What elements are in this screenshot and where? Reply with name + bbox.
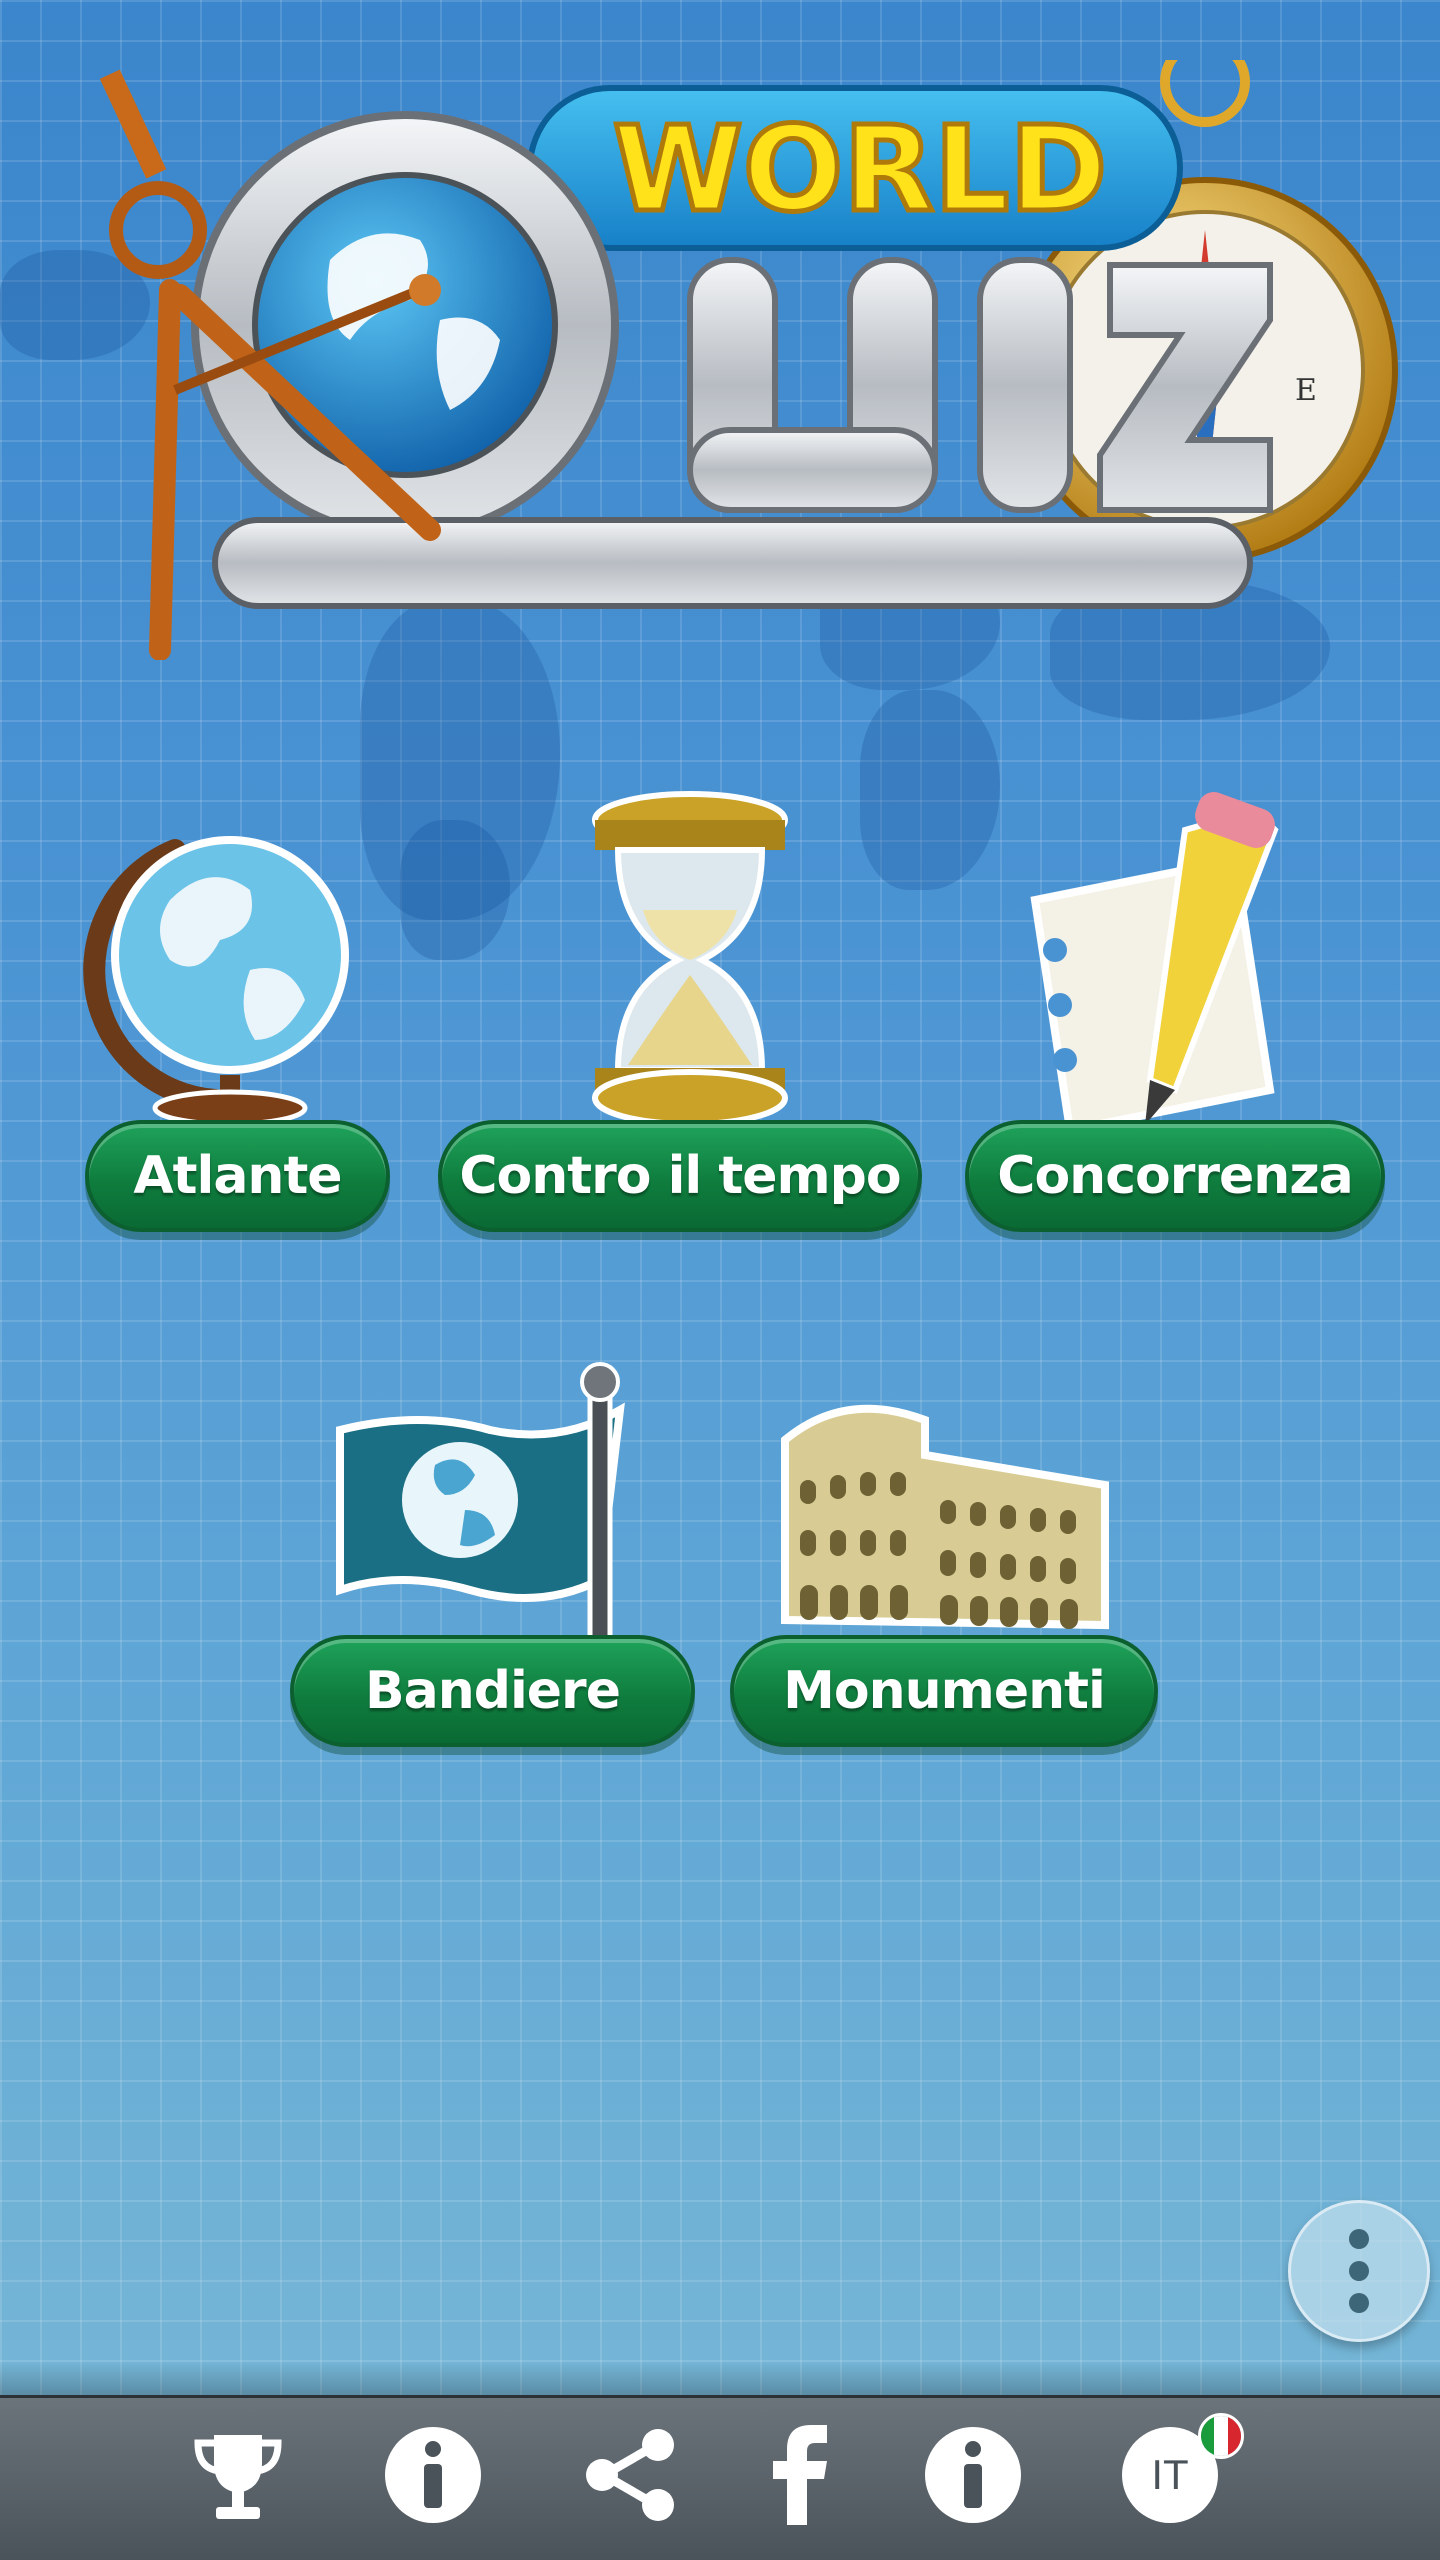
bandiere-button[interactable]: Bandiere	[290, 1635, 695, 1747]
mode-monumenti[interactable]: Monumenti	[730, 1360, 1160, 1750]
language-icon[interactable]: IT	[1120, 2413, 1244, 2525]
mode-contro-il-tempo[interactable]: Contro il tempo	[438, 790, 922, 1232]
flag-icon	[336, 1362, 625, 1650]
menu-dot	[1349, 2261, 1369, 2281]
svg-text:WORLD: WORLD	[613, 100, 1107, 238]
menu-dot	[1349, 2229, 1369, 2249]
language-label: IT	[1151, 2451, 1189, 2498]
colosseum-icon	[781, 1404, 1109, 1630]
menu-dot	[1349, 2293, 1369, 2313]
info-icon[interactable]	[923, 2425, 1023, 2525]
atlante-button[interactable]: Atlante	[85, 1120, 390, 1232]
svg-text:E: E	[1295, 373, 1317, 408]
language-circle: IT	[1122, 2413, 1244, 2523]
mode-bandiere[interactable]: Bandiere	[290, 1360, 695, 1750]
hourglass-icon	[592, 791, 788, 1127]
mode-atlante[interactable]: Atlante	[80, 790, 400, 1232]
monumenti-button[interactable]: Monumenti	[730, 1635, 1158, 1747]
contro-il-tempo-button[interactable]: Contro il tempo	[438, 1120, 922, 1232]
globe-icon	[83, 836, 349, 1127]
facebook-icon[interactable]	[752, 2425, 852, 2525]
share-icon[interactable]	[580, 2425, 680, 2525]
world-quiz-logo: N E WORLD	[99, 60, 1398, 660]
info-icon[interactable]	[383, 2425, 483, 2525]
info-circle	[925, 2427, 1021, 2523]
italy-flag-icon	[1198, 2413, 1244, 2459]
pencil-paper-icon	[1030, 792, 1279, 1130]
info-circle	[385, 2427, 481, 2523]
concorrenza-button[interactable]: Concorrenza	[965, 1120, 1385, 1232]
toolbar-shadow	[0, 2362, 1440, 2398]
trophy-icon[interactable]	[188, 2425, 288, 2525]
more-vertical-icon[interactable]	[1288, 2200, 1430, 2342]
mode-concorrenza[interactable]: Concorrenza	[965, 790, 1390, 1232]
